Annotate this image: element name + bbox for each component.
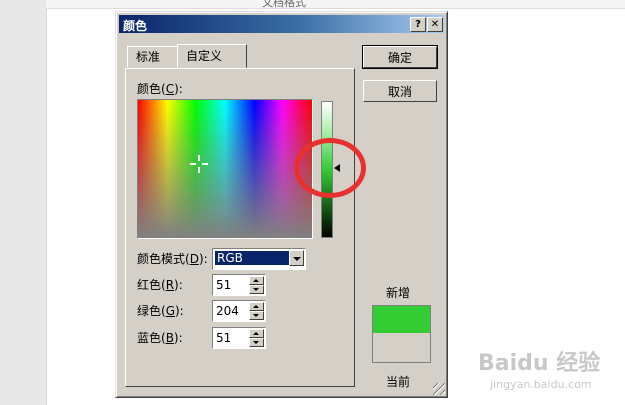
color-label: 颜色(C): xyxy=(137,82,183,96)
dialog-titlebar[interactable]: 颜色 ? ✕ xyxy=(119,15,444,33)
red-spin-down[interactable] xyxy=(249,285,264,294)
current-color-swatch xyxy=(372,333,431,363)
highlight-circle xyxy=(294,138,366,198)
crosshair-right xyxy=(202,163,208,165)
arrow-up-icon xyxy=(253,305,259,308)
new-label: 新增 xyxy=(386,286,411,300)
blue-spinner[interactable]: 51 xyxy=(212,327,266,349)
tab-standard[interactable]: 标准 xyxy=(127,46,179,67)
arrow-down-icon xyxy=(253,288,259,291)
cancel-button[interactable]: 取消 xyxy=(363,80,437,102)
dropdown-button[interactable] xyxy=(289,250,304,266)
chevron-down-icon xyxy=(293,257,301,261)
crosshair-bottom xyxy=(198,167,200,173)
green-value[interactable]: 204 xyxy=(216,304,239,318)
crosshair-left xyxy=(190,163,196,165)
green-label: 绿色(G): xyxy=(137,304,184,318)
close-button[interactable]: ✕ xyxy=(427,17,443,32)
left-margin-area xyxy=(0,0,47,405)
red-spin-up[interactable] xyxy=(249,276,264,285)
green-spin-up[interactable] xyxy=(249,302,264,311)
red-label: 红色(R): xyxy=(137,278,183,292)
document-title: 文档格式 xyxy=(262,0,306,9)
tab-custom[interactable]: 自定义 xyxy=(177,44,247,68)
arrow-down-icon xyxy=(253,314,259,317)
color-spectrum-picker[interactable] xyxy=(137,99,313,239)
document-header-strip: 文档格式 xyxy=(46,0,625,9)
green-spinner[interactable]: 204 xyxy=(212,300,266,322)
color-dialog: 颜色 ? ✕ 标准 自定义 颜色(C): 颜色模式(D): RGB 红色(R):… xyxy=(115,11,448,398)
arrow-up-icon xyxy=(253,332,259,335)
blue-spin-down[interactable] xyxy=(249,338,264,347)
watermark-logo: Baidu 经验 xyxy=(478,351,601,376)
arrow-down-icon xyxy=(253,341,259,344)
ok-button[interactable]: 确定 xyxy=(362,45,438,69)
dialog-title: 颜色 xyxy=(123,19,148,33)
resize-grip-icon[interactable] xyxy=(433,383,445,395)
color-model-label: 颜色模式(D): xyxy=(137,252,208,266)
red-spinner[interactable]: 51 xyxy=(212,274,266,296)
red-value[interactable]: 51 xyxy=(216,278,231,292)
crosshair-top xyxy=(198,155,200,161)
watermark-url: jingyan.baidu.com xyxy=(490,378,592,391)
blue-label: 蓝色(B): xyxy=(137,331,183,345)
new-color-swatch xyxy=(372,305,431,334)
color-model-value: RGB xyxy=(215,251,289,265)
blue-value[interactable]: 51 xyxy=(216,331,231,345)
blue-spin-up[interactable] xyxy=(249,329,264,338)
color-model-select[interactable]: RGB xyxy=(212,248,306,270)
arrow-up-icon xyxy=(253,279,259,282)
help-button[interactable]: ? xyxy=(410,17,426,32)
green-spin-down[interactable] xyxy=(249,311,264,320)
current-label: 当前 xyxy=(386,375,411,389)
